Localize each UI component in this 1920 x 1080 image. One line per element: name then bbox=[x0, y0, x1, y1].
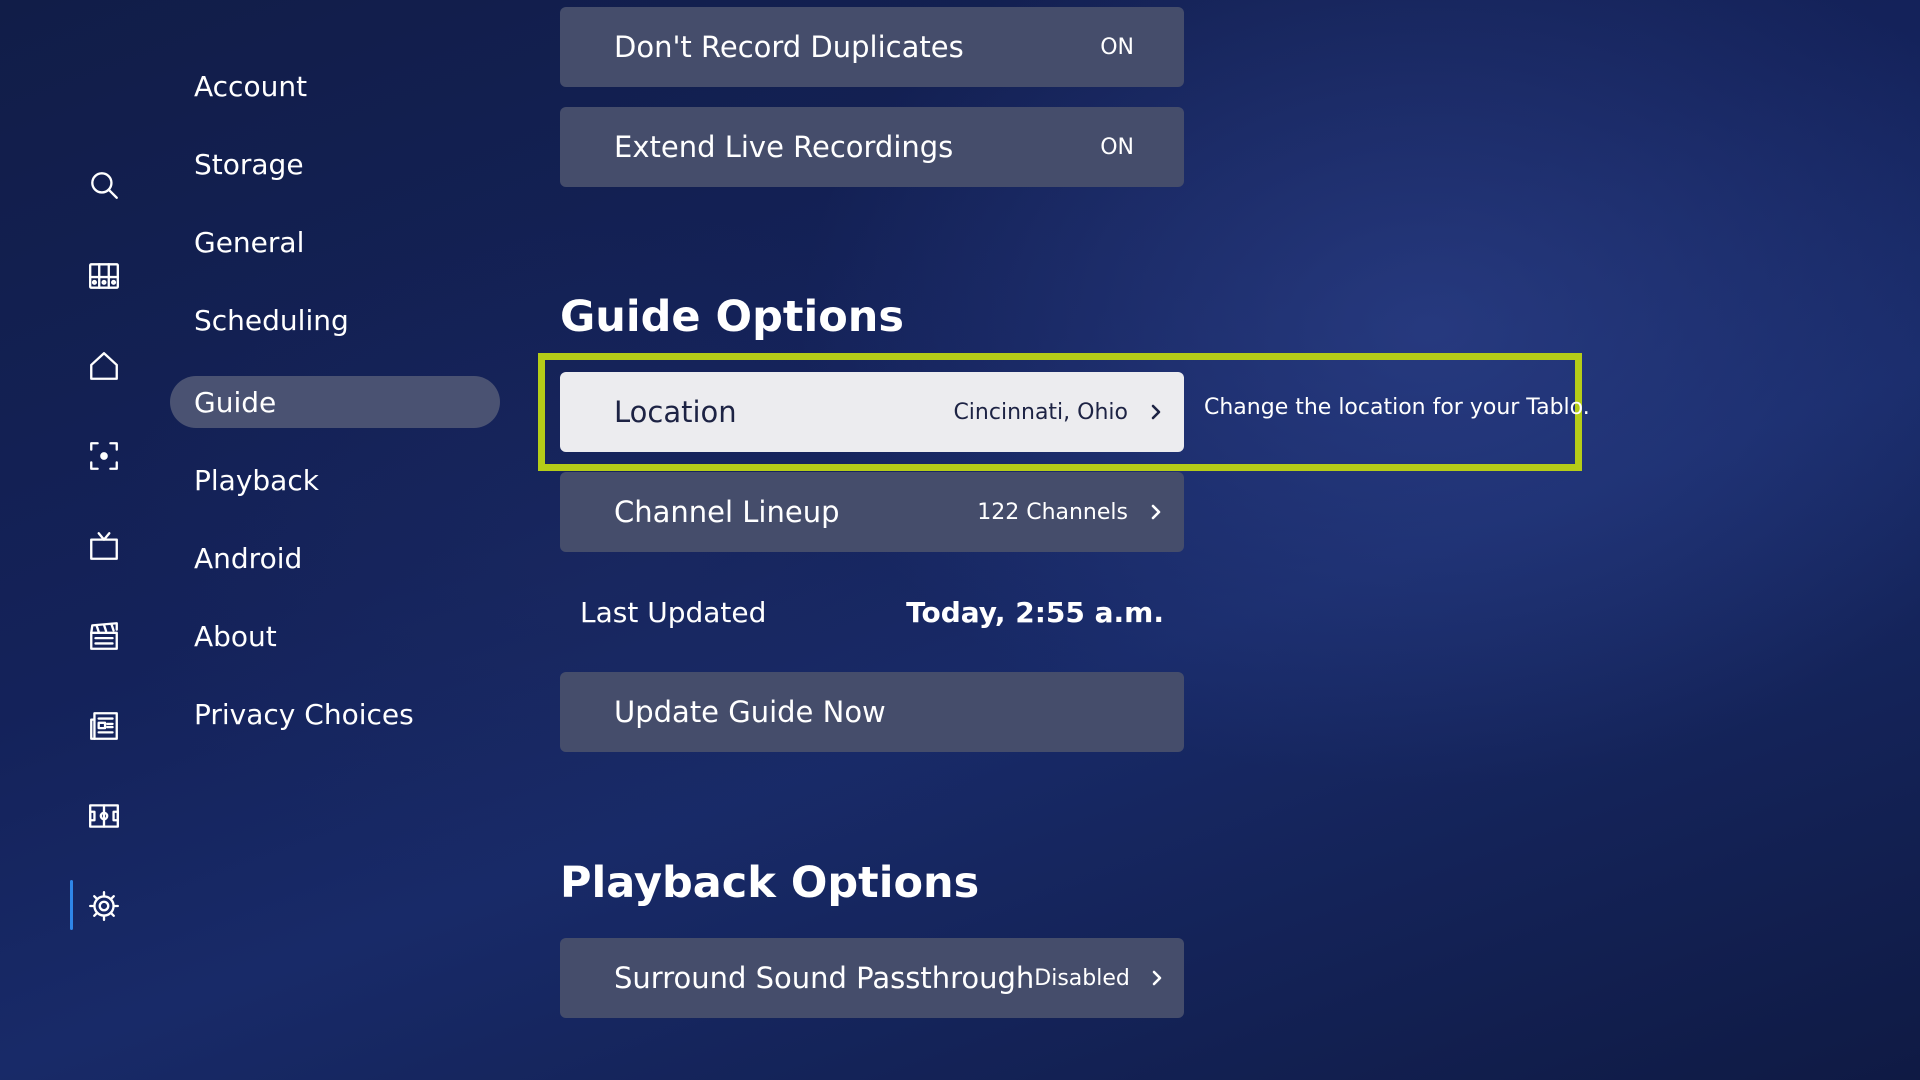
extend-live-recordings-row[interactable]: Extend Live Recordings ON bbox=[560, 107, 1184, 187]
channel-lineup-value: 122 Channels bbox=[977, 499, 1128, 525]
menu-item-label: Account bbox=[194, 69, 308, 103]
settings-gear-icon[interactable] bbox=[84, 886, 124, 926]
location-row[interactable]: Location Cincinnati, Ohio bbox=[560, 372, 1184, 452]
menu-item-label: Playback bbox=[194, 463, 319, 497]
last-updated-value: Today, 2:55 a.m. bbox=[906, 595, 1164, 629]
menu-item-account[interactable]: Account bbox=[170, 60, 500, 112]
home-icon[interactable] bbox=[84, 346, 124, 386]
rail-active-indicator bbox=[70, 880, 73, 930]
menu-item-playback[interactable]: Playback bbox=[170, 454, 500, 506]
dont-record-duplicates-row[interactable]: Don't Record Duplicates ON bbox=[560, 7, 1184, 87]
menu-item-label: Android bbox=[194, 541, 303, 575]
surround-sound-passthrough-row[interactable]: Surround Sound Passthrough Disabled bbox=[560, 938, 1184, 1018]
live-focus-icon[interactable] bbox=[84, 436, 124, 476]
menu-item-label: General bbox=[194, 225, 305, 259]
chevron-right-icon bbox=[1142, 398, 1170, 426]
row-label: Channel Lineup bbox=[614, 495, 840, 529]
location-hint: Change the location for your Tablo. bbox=[1204, 395, 1590, 420]
menu-item-label: Guide bbox=[194, 385, 277, 419]
menu-item-guide[interactable]: Guide bbox=[170, 376, 500, 428]
location-value: Cincinnati, Ohio bbox=[953, 399, 1128, 425]
chevron-right-icon bbox=[1144, 964, 1170, 992]
channel-lineup-row[interactable]: Channel Lineup 122 Channels bbox=[560, 472, 1184, 552]
last-updated-label: Last Updated bbox=[580, 595, 767, 629]
toggle-value: ON bbox=[1100, 34, 1134, 60]
menu-item-general[interactable]: General bbox=[170, 216, 500, 268]
last-updated-row: Last Updated Today, 2:55 a.m. bbox=[580, 590, 1164, 634]
grid-guide-icon[interactable] bbox=[84, 256, 124, 296]
row-label: Update Guide Now bbox=[614, 695, 886, 729]
menu-item-storage[interactable]: Storage bbox=[170, 138, 500, 190]
menu-item-label: About bbox=[194, 619, 277, 653]
tv-icon[interactable] bbox=[84, 526, 124, 566]
chevron-right-icon bbox=[1142, 498, 1170, 526]
movies-clapper-icon[interactable] bbox=[84, 616, 124, 656]
menu-item-android[interactable]: Android bbox=[170, 532, 500, 584]
guide-options-title: Guide Options bbox=[560, 292, 904, 342]
row-label: Location bbox=[614, 395, 737, 429]
news-icon[interactable] bbox=[84, 706, 124, 746]
row-label: Don't Record Duplicates bbox=[614, 30, 964, 64]
menu-item-privacy-choices[interactable]: Privacy Choices bbox=[170, 688, 500, 740]
row-label: Surround Sound Passthrough bbox=[614, 961, 1035, 995]
menu-item-scheduling[interactable]: Scheduling bbox=[170, 294, 500, 346]
sports-icon[interactable] bbox=[84, 796, 124, 836]
nav-rail bbox=[0, 0, 150, 1080]
row-label: Extend Live Recordings bbox=[614, 130, 954, 164]
search-icon[interactable] bbox=[84, 165, 124, 205]
update-guide-now-button[interactable]: Update Guide Now bbox=[560, 672, 1184, 752]
menu-item-label: Scheduling bbox=[194, 303, 349, 337]
toggle-value: ON bbox=[1100, 134, 1134, 160]
menu-item-label: Storage bbox=[194, 147, 304, 181]
menu-item-label: Privacy Choices bbox=[194, 697, 414, 731]
surround-value: Disabled bbox=[1034, 965, 1130, 991]
menu-item-about[interactable]: About bbox=[170, 610, 500, 662]
playback-options-title: Playback Options bbox=[560, 858, 980, 908]
